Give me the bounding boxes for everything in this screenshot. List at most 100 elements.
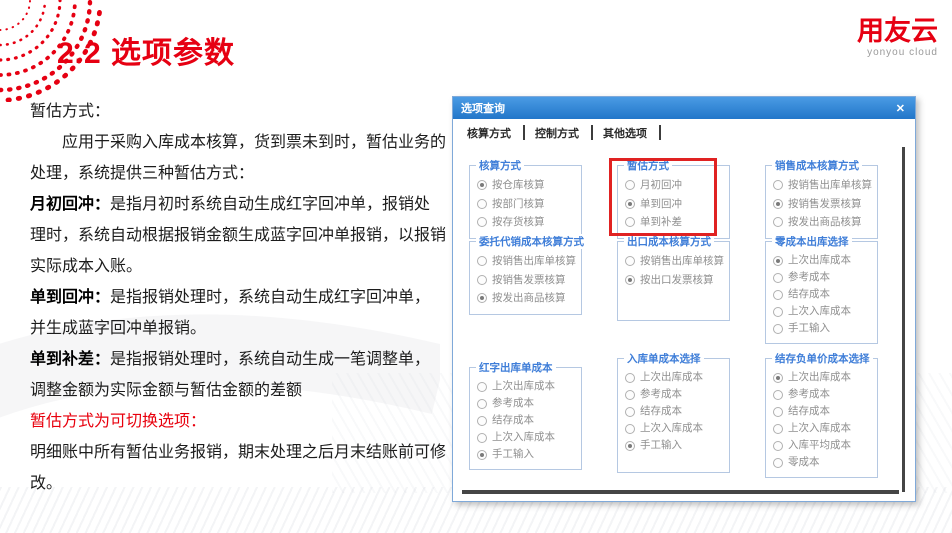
radio-option[interactable]: 入库平均成本 <box>773 437 872 454</box>
radio-option[interactable]: 按销售出库单核算 <box>625 252 724 271</box>
radio-icon[interactable] <box>477 416 487 426</box>
radio-option[interactable]: 按销售发票核算 <box>477 271 576 290</box>
text-segment: 暂估方式： <box>30 103 110 120</box>
radio-icon[interactable] <box>477 433 487 443</box>
radio-option[interactable]: 结存成本 <box>625 403 724 420</box>
radio-icon[interactable] <box>773 458 783 468</box>
radio-option[interactable]: 按发出商品核算 <box>773 213 872 232</box>
radio-icon[interactable] <box>773 324 783 334</box>
radio-icon[interactable] <box>773 180 783 190</box>
radio-icon[interactable] <box>625 275 635 285</box>
radio-icon[interactable] <box>625 180 635 190</box>
tab-核算方式[interactable]: 核算方式 <box>467 125 511 141</box>
radio-icon[interactable] <box>477 217 487 227</box>
radio-icon[interactable] <box>625 199 635 209</box>
radio-option[interactable]: 参考成本 <box>773 269 872 286</box>
radio-icon[interactable] <box>477 180 487 190</box>
dialog-titlebar[interactable]: 选项查询 ✕ <box>453 97 915 119</box>
text-segment: 暂估方式为可切换选项： <box>30 413 206 430</box>
radio-icon[interactable] <box>773 407 783 417</box>
radio-icon[interactable] <box>625 441 635 451</box>
radio-icon[interactable] <box>625 256 635 266</box>
close-icon[interactable]: ✕ <box>894 102 907 115</box>
radio-option[interactable]: 结存成本 <box>773 403 872 420</box>
group-结存负单价成本选择: 结存负单价成本选择上次出库成本参考成本结存成本上次入库成本入库平均成本零成本 <box>765 358 878 478</box>
radio-option[interactable]: 结存成本 <box>773 286 872 303</box>
radio-icon[interactable] <box>773 273 783 283</box>
radio-option[interactable]: 参考成本 <box>625 386 724 403</box>
radio-icon[interactable] <box>773 199 783 209</box>
radio-option[interactable]: 按销售出库单核算 <box>477 252 576 271</box>
radio-icon[interactable] <box>625 390 635 400</box>
options-dialog: 选项查询 ✕ 核算方式控制方式其他选项 核算方式按仓库核算按部门核算按存货核算暂… <box>452 96 916 502</box>
radio-label: 参考成本 <box>788 386 830 403</box>
radio-option[interactable]: 上次出库成本 <box>625 369 724 386</box>
radio-option[interactable]: 结存成本 <box>477 412 576 429</box>
radio-icon[interactable] <box>773 290 783 300</box>
group-cell: 入库单成本选择上次出库成本参考成本结存成本上次入库成本手工输入 <box>617 358 730 473</box>
radio-icon[interactable] <box>477 293 487 303</box>
radio-option[interactable]: 手工输入 <box>625 437 724 454</box>
radio-icon[interactable] <box>625 424 635 434</box>
radio-option[interactable]: 按仓库核算 <box>477 176 576 195</box>
yonyou-logo: 用友云 yonyou cloud <box>857 16 938 58</box>
radio-icon[interactable] <box>773 217 783 227</box>
radio-icon[interactable] <box>477 275 487 285</box>
group-入库单成本选择: 入库单成本选择上次出库成本参考成本结存成本上次入库成本手工输入 <box>617 358 730 473</box>
radio-icon[interactable] <box>773 441 783 451</box>
radio-icon[interactable] <box>773 373 783 383</box>
text-segment: 单到回冲： <box>30 289 110 306</box>
radio-option[interactable]: 按部门核算 <box>477 195 576 214</box>
radio-label: 参考成本 <box>788 269 830 286</box>
radio-option[interactable]: 参考成本 <box>477 395 576 412</box>
tab-控制方式[interactable]: 控制方式 <box>535 125 579 141</box>
radio-option[interactable]: 上次出库成本 <box>773 369 872 386</box>
radio-option[interactable]: 按发出商品核算 <box>477 289 576 308</box>
radio-icon[interactable] <box>773 424 783 434</box>
radio-icon[interactable] <box>773 256 783 266</box>
radio-option[interactable]: 手工输入 <box>477 446 576 463</box>
radio-icon[interactable] <box>477 382 487 392</box>
radio-option[interactable]: 零成本 <box>773 454 872 471</box>
dialog-content: 核算方式按仓库核算按部门核算按存货核算暂估方式月初回冲单到回冲单到补差销售成本核… <box>453 146 915 478</box>
radio-icon[interactable] <box>625 217 635 227</box>
page-title: 2.2 选项参数 <box>57 28 235 72</box>
radio-label: 入库平均成本 <box>788 437 851 454</box>
group-title: 入库单成本选择 <box>624 351 704 366</box>
radio-option[interactable]: 上次出库成本 <box>477 378 576 395</box>
radio-option[interactable]: 按销售发票核算 <box>773 195 872 214</box>
radio-option[interactable]: 上次入库成本 <box>773 303 872 320</box>
radio-option[interactable]: 按销售出库单核算 <box>773 176 872 195</box>
group-cell: 出口成本核算方式按销售出库单核算按出口发票核算 <box>617 241 730 321</box>
radio-option[interactable]: 月初回冲 <box>625 176 724 195</box>
radio-icon[interactable] <box>477 399 487 409</box>
vertical-scrollbar[interactable] <box>902 147 905 492</box>
radio-icon[interactable] <box>625 373 635 383</box>
radio-icon[interactable] <box>477 256 487 266</box>
radio-icon[interactable] <box>773 390 783 400</box>
tab-separator <box>523 125 525 140</box>
radio-option[interactable]: 按出口发票核算 <box>625 271 724 290</box>
radio-option[interactable]: 上次入库成本 <box>625 420 724 437</box>
paragraph: 单到回冲：是指报销处理时，系统自动生成红字回冲单，并生成蓝字回冲单报销。 <box>30 282 446 344</box>
text-segment: 单到补差： <box>30 351 110 368</box>
radio-option[interactable]: 手工输入 <box>773 320 872 337</box>
radio-label: 上次入库成本 <box>788 420 851 437</box>
radio-option[interactable]: 单到回冲 <box>625 195 724 214</box>
radio-icon[interactable] <box>625 407 635 417</box>
radio-icon[interactable] <box>773 307 783 317</box>
radio-option[interactable]: 上次入库成本 <box>773 420 872 437</box>
radio-icon[interactable] <box>477 199 487 209</box>
radio-option[interactable]: 按存货核算 <box>477 213 576 232</box>
group-title: 委托代销成本核算方式 <box>476 234 587 249</box>
tab-separator <box>591 125 593 140</box>
tab-其他选项[interactable]: 其他选项 <box>603 125 647 141</box>
radio-option[interactable]: 上次出库成本 <box>773 252 872 269</box>
group-cell: 结存负单价成本选择上次出库成本参考成本结存成本上次入库成本入库平均成本零成本 <box>765 358 878 478</box>
radio-option[interactable]: 单到补差 <box>625 213 724 232</box>
group-title: 暂估方式 <box>624 158 672 173</box>
radio-option[interactable]: 上次入库成本 <box>477 429 576 446</box>
horizontal-scrollbar[interactable] <box>462 490 899 494</box>
radio-option[interactable]: 参考成本 <box>773 386 872 403</box>
radio-icon[interactable] <box>477 450 487 460</box>
